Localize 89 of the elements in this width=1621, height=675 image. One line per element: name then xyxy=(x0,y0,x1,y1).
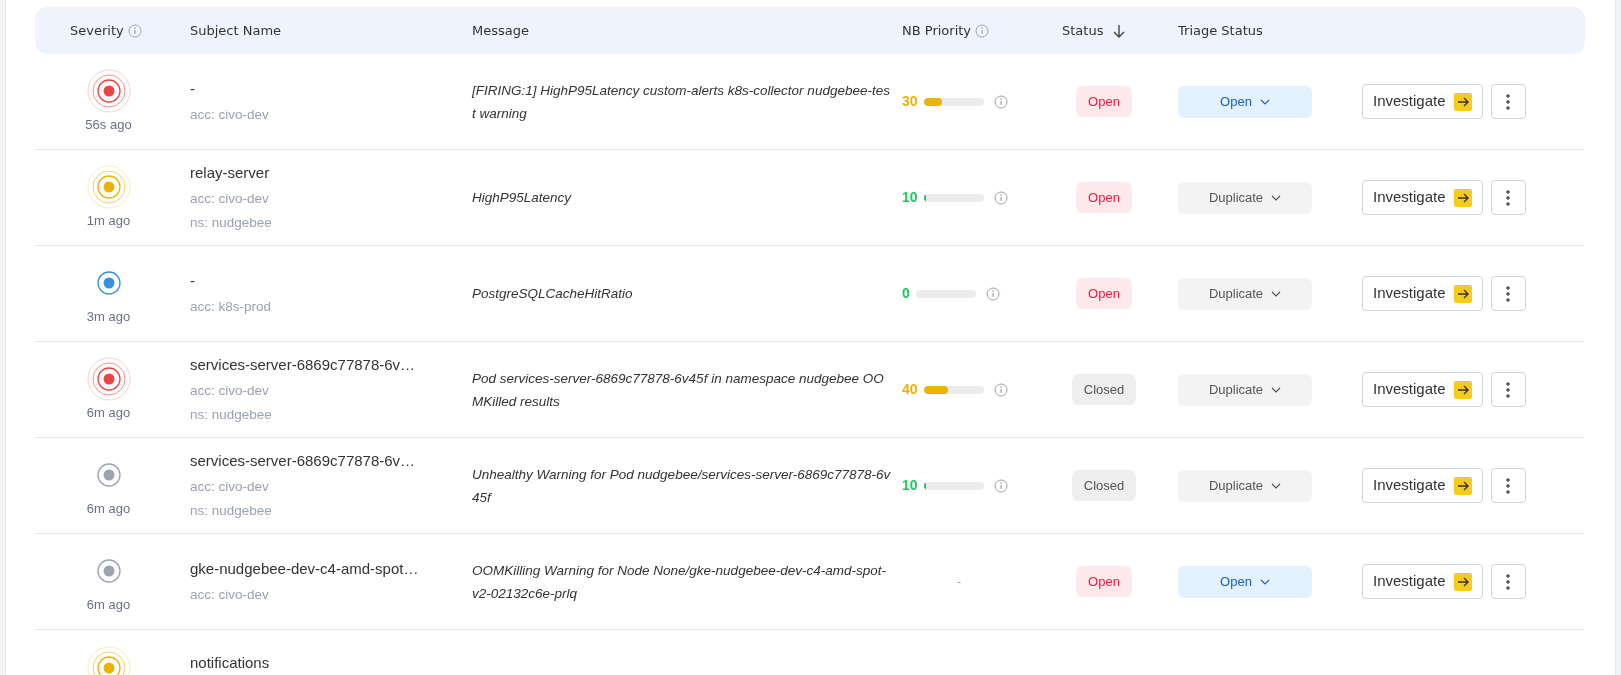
arrow-right-icon xyxy=(1453,572,1472,591)
time-ago: 1m ago xyxy=(86,211,131,230)
status-badge: Open xyxy=(1076,85,1132,118)
triage-dropdown[interactable]: Duplicate xyxy=(1178,277,1312,310)
status-badge: Open xyxy=(1076,565,1132,598)
triage-dropdown[interactable]: Duplicate xyxy=(1178,469,1312,502)
alert-message: OOMKilling Warning for Node None/gke-nudgebee-dev-c4-amd-spot-v2-02132c6e-prlq xyxy=(472,561,887,603)
subject-name: relay-server xyxy=(190,163,271,183)
time-ago: 3m ago xyxy=(86,307,131,326)
info-icon xyxy=(993,190,1008,205)
arrow-right-icon xyxy=(1453,476,1472,495)
column-header: NB Priority xyxy=(902,21,972,40)
account-label: acc: civo-dev xyxy=(190,477,270,496)
status-badge: Closed xyxy=(1071,469,1137,502)
triage-dropdown[interactable]: Open xyxy=(1178,565,1312,598)
chevron-down-icon xyxy=(1271,482,1282,489)
subject-name: gke-nudgebee-dev-c4-amd-spot… xyxy=(190,559,420,580)
subject-name: notifications xyxy=(190,653,271,673)
priority-value: 0 xyxy=(902,284,910,303)
subject-name: - xyxy=(190,79,196,100)
more-options-button[interactable] xyxy=(1490,84,1526,119)
account-label: acc: civo-dev xyxy=(190,585,270,604)
investigate-button[interactable]: Investigate xyxy=(1362,372,1483,407)
status-badge: Closed xyxy=(1071,373,1137,406)
more-options-button[interactable] xyxy=(1490,468,1526,503)
column-header: Triage Status xyxy=(1178,21,1263,40)
namespace-label: ns: nudgebee xyxy=(190,213,273,232)
arrow-right-icon xyxy=(1453,92,1472,111)
kebab-menu-icon xyxy=(1506,285,1511,302)
arrow-right-icon xyxy=(1453,380,1472,399)
triage-dropdown[interactable]: Duplicate xyxy=(1178,373,1312,406)
triage-dropdown[interactable]: Duplicate xyxy=(1178,181,1312,214)
info-icon xyxy=(975,23,990,38)
priority-value: 10 xyxy=(902,188,918,207)
status-badge: Open xyxy=(1076,277,1132,310)
column-header: Message xyxy=(472,21,529,40)
kebab-menu-icon xyxy=(1506,573,1511,590)
triage-dropdown[interactable]: Open xyxy=(1178,85,1312,118)
chevron-down-icon xyxy=(1271,194,1282,201)
namespace-label: ns: nudgebee xyxy=(190,405,273,424)
more-options-button[interactable] xyxy=(1490,372,1526,407)
alert-message: Unhealthy Warning for Pod nudgebee/services-server-6869c77878-6v45f xyxy=(472,465,892,507)
info-icon xyxy=(985,286,1000,301)
arrow-right-icon xyxy=(1453,284,1472,303)
account-label: acc: civo-dev xyxy=(190,105,270,124)
more-options-button[interactable] xyxy=(1490,180,1526,215)
kebab-menu-icon xyxy=(1506,381,1511,398)
investigate-button[interactable]: Investigate xyxy=(1362,84,1483,119)
kebab-menu-icon xyxy=(1506,93,1511,110)
kebab-menu-icon xyxy=(1506,189,1511,206)
account-label: acc: k8s-prod xyxy=(190,297,273,316)
time-ago: 56s ago xyxy=(85,115,132,134)
more-options-button[interactable] xyxy=(1490,276,1526,311)
alert-message: HighP95Latency xyxy=(472,189,573,207)
info-icon xyxy=(993,478,1008,493)
subject-name: services-server-6869c77878-6v… xyxy=(190,355,417,375)
kebab-menu-icon xyxy=(1506,477,1511,494)
status-badge: Open xyxy=(1076,181,1132,214)
alert-message: Pod services-server-6869c77878-6v45f in namespace nudgebee OOMKilled results xyxy=(472,369,885,411)
more-options-button[interactable] xyxy=(1490,564,1526,599)
investigate-button[interactable]: Investigate xyxy=(1362,564,1483,599)
priority-value: 10 xyxy=(902,476,918,495)
chevron-down-icon xyxy=(1271,290,1282,297)
info-icon xyxy=(127,23,142,38)
alert-message: [FIRING:1] HighP95Latency custom-alerts k8s-collector nudgebee-test warning xyxy=(472,81,891,123)
investigate-button[interactable]: Investigate xyxy=(1362,276,1483,311)
info-icon xyxy=(993,382,1008,397)
priority-value: 40 xyxy=(902,380,918,399)
subject-name: - xyxy=(190,271,196,292)
subject-name: services-server-6869c77878-6v… xyxy=(190,451,417,471)
time-ago: 6m ago xyxy=(86,499,131,518)
account-label: acc: civo-dev xyxy=(190,381,270,400)
column-header: Subject Name xyxy=(190,21,282,40)
chevron-down-icon xyxy=(1259,98,1270,105)
chevron-down-icon xyxy=(1271,386,1282,393)
column-header[interactable]: Status xyxy=(1062,20,1104,41)
chevron-down-icon xyxy=(1259,578,1270,585)
investigate-button[interactable]: Investigate xyxy=(1362,180,1483,215)
account-label: acc: civo-dev xyxy=(190,189,270,208)
priority-value: 30 xyxy=(902,92,918,111)
time-ago: 6m ago xyxy=(86,403,131,422)
investigate-button[interactable]: Investigate xyxy=(1362,468,1483,503)
namespace-label: ns: nudgebee xyxy=(190,501,273,520)
alert-message: PostgreSQLCacheHitRatio xyxy=(472,285,634,303)
time-ago: 6m ago xyxy=(86,595,131,614)
info-icon xyxy=(993,94,1008,109)
column-header: Severity xyxy=(70,21,124,40)
arrow-right-icon xyxy=(1453,188,1472,207)
priority-empty: - xyxy=(957,573,961,591)
